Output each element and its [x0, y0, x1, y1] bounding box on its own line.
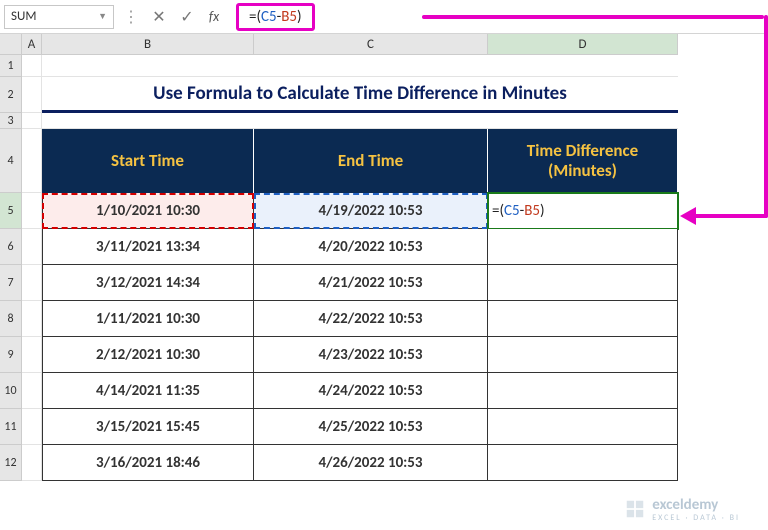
cell-D5[interactable]: =(C5-B5) — [488, 193, 678, 229]
cell-B9[interactable]: 2/12/2021 10:30 — [42, 337, 254, 373]
fx-icon[interactable]: fx — [204, 6, 226, 28]
cell-A3[interactable] — [22, 113, 42, 129]
formula-text: =( — [249, 8, 261, 26]
cell-B8[interactable]: 1/11/2021 10:30 — [42, 301, 254, 337]
cell-A7[interactable] — [22, 265, 42, 301]
cell-D7[interactable] — [488, 265, 678, 301]
formula-input[interactable]: =(C5-B5) — [236, 3, 315, 31]
watermark-sub: EXCEL · DATA · BI — [652, 514, 740, 522]
cell-A6[interactable] — [22, 229, 42, 265]
cell-C6[interactable]: 4/20/2022 10:53 — [254, 229, 488, 265]
cell-A5[interactable] — [22, 193, 42, 229]
cell-A4[interactable] — [22, 129, 42, 193]
cell-C7[interactable]: 4/21/2022 10:53 — [254, 265, 488, 301]
cancel-icon[interactable]: ✕ — [148, 6, 170, 28]
row-header-10[interactable]: 10 — [0, 373, 22, 409]
th-time-diff[interactable]: Time Difference (Minutes) — [488, 129, 678, 193]
cell-C10[interactable]: 4/24/2022 10:53 — [254, 373, 488, 409]
cell-C12[interactable]: 4/26/2022 10:53 — [254, 445, 488, 481]
name-box-value: SUM — [11, 9, 36, 24]
callout-connector — [422, 15, 764, 19]
cell-A9[interactable] — [22, 337, 42, 373]
th-start-time[interactable]: Start Time — [42, 129, 254, 193]
cell-C5[interactable]: 4/19/2022 10:53 — [254, 193, 488, 229]
select-all-corner[interactable] — [0, 34, 22, 55]
cell-range-B3D3[interactable] — [42, 113, 678, 129]
logo-icon — [624, 498, 646, 520]
row-header-3[interactable]: 3 — [0, 113, 22, 129]
chevron-down-icon[interactable]: ▼ — [98, 11, 107, 22]
cell-A1[interactable] — [22, 55, 42, 77]
enter-icon[interactable]: ✓ — [176, 6, 198, 28]
cell-D11[interactable] — [488, 409, 678, 445]
column-headers: A B C D — [0, 34, 768, 55]
row-header-1[interactable]: 1 — [0, 55, 22, 77]
row-header-5[interactable]: 5 — [0, 193, 22, 229]
cell-C9[interactable]: 4/23/2022 10:53 — [254, 337, 488, 373]
cell-D6[interactable] — [488, 229, 678, 265]
col-header-A[interactable]: A — [22, 34, 42, 55]
cell-D9[interactable] — [488, 337, 678, 373]
page-title[interactable]: Use Formula to Calculate Time Difference… — [42, 77, 678, 113]
cell-A10[interactable] — [22, 373, 42, 409]
row-header-2[interactable]: 2 — [0, 77, 22, 113]
cell-B12[interactable]: 3/16/2021 18:46 — [42, 445, 254, 481]
cell-D10[interactable] — [488, 373, 678, 409]
cell-B5[interactable]: 1/10/2021 10:30 — [42, 193, 254, 229]
watermark: exceldemy EXCEL · DATA · BI — [624, 496, 740, 522]
dropdown-icon[interactable]: ⋮ — [120, 6, 142, 28]
cell-D12[interactable] — [488, 445, 678, 481]
th-end-time[interactable]: End Time — [254, 129, 488, 193]
row-header-9[interactable]: 9 — [0, 337, 22, 373]
cell-B6[interactable]: 3/11/2021 13:34 — [42, 229, 254, 265]
cell-B10[interactable]: 4/14/2021 11:35 — [42, 373, 254, 409]
col-header-B[interactable]: B — [42, 34, 254, 55]
cell-A12[interactable] — [22, 445, 42, 481]
row-header-8[interactable]: 8 — [0, 301, 22, 337]
col-header-D[interactable]: D — [488, 34, 678, 55]
cell-A2[interactable] — [22, 77, 42, 113]
cell-A11[interactable] — [22, 409, 42, 445]
row-header-6[interactable]: 6 — [0, 229, 22, 265]
cell-B11[interactable]: 3/15/2021 15:45 — [42, 409, 254, 445]
row-header-11[interactable]: 11 — [0, 409, 22, 445]
spreadsheet-grid: 1 2 Use Formula to Calculate Time Differ… — [0, 55, 768, 481]
cell-D8[interactable] — [488, 301, 678, 337]
row-header-7[interactable]: 7 — [0, 265, 22, 301]
col-header-C[interactable]: C — [254, 34, 488, 55]
cell-C8[interactable]: 4/22/2022 10:53 — [254, 301, 488, 337]
watermark-brand: exceldemy — [652, 496, 718, 514]
cell-C11[interactable]: 4/25/2022 10:53 — [254, 409, 488, 445]
row-header-12[interactable]: 12 — [0, 445, 22, 481]
name-box[interactable]: SUM ▼ — [4, 5, 114, 29]
row-header-4[interactable]: 4 — [0, 129, 22, 193]
cell-range-B1D1[interactable] — [42, 55, 678, 77]
cell-A8[interactable] — [22, 301, 42, 337]
cell-B7[interactable]: 3/12/2021 14:34 — [42, 265, 254, 301]
